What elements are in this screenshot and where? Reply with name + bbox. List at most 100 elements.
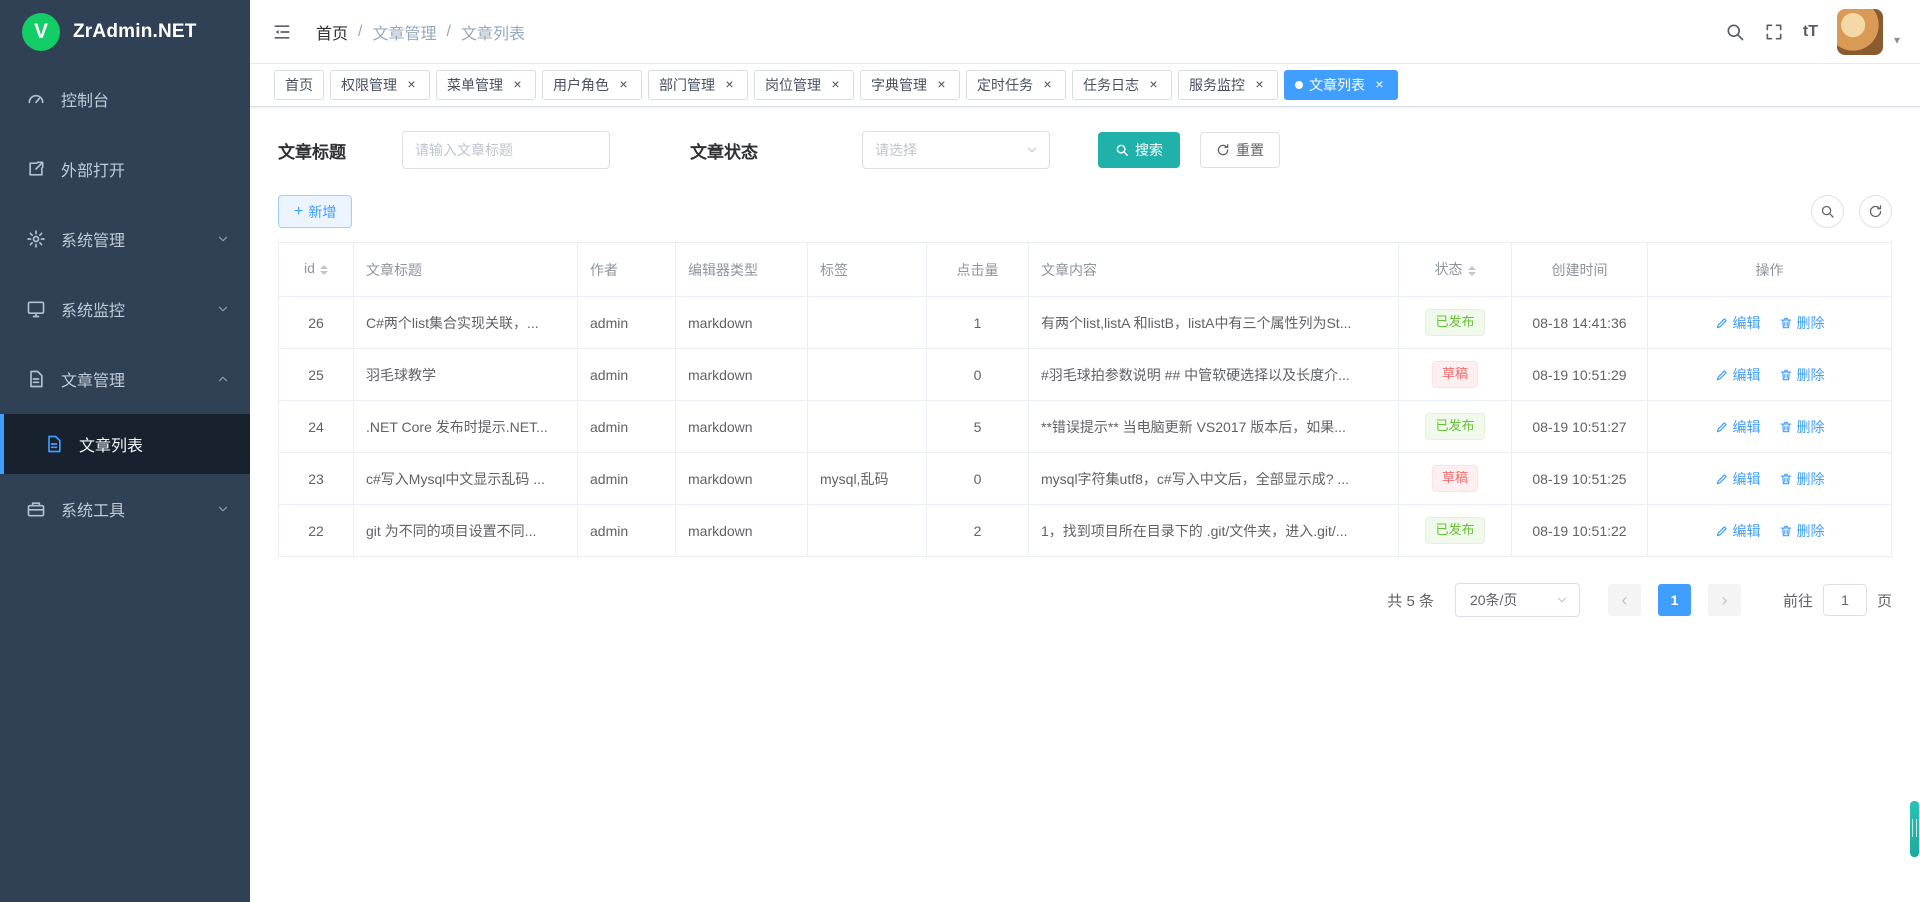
breadcrumb-section[interactable]: 文章管理 — [372, 20, 436, 44]
refresh-icon — [1216, 143, 1230, 157]
table-column-header[interactable]: 标签 — [808, 243, 927, 297]
close-icon[interactable]: × — [1372, 78, 1387, 93]
toggle-search-button[interactable] — [1811, 195, 1844, 228]
sidebar-item-article-list[interactable]: 文章列表 — [0, 414, 250, 474]
cell-clicks: 2 — [927, 505, 1029, 557]
document-icon — [44, 434, 64, 454]
cell-author: admin — [578, 505, 676, 557]
tab-label: 定时任务 — [977, 75, 1033, 95]
tab[interactable]: 菜单管理 × — [436, 70, 536, 100]
tab-bar: 首页 × 权限管理 × 菜单管理 × 用户角色 — [250, 64, 1920, 107]
next-page-button[interactable]: › — [1708, 584, 1741, 616]
breadcrumb-page[interactable]: 文章列表 — [461, 20, 525, 44]
refresh-table-button[interactable] — [1859, 195, 1892, 228]
sidebar-item-label: 系统管理 — [61, 227, 216, 251]
avatar[interactable] — [1837, 9, 1883, 55]
table-column-header[interactable]: 文章标题 — [354, 243, 578, 297]
tab[interactable]: 定时任务 × — [966, 70, 1066, 100]
close-icon[interactable]: × — [1040, 78, 1055, 93]
table-column-header[interactable]: 作者 — [578, 243, 676, 297]
tab[interactable]: 岗位管理 × — [754, 70, 854, 100]
reset-button-label: 重置 — [1236, 140, 1264, 160]
prev-page-button[interactable]: ‹ — [1608, 584, 1641, 616]
edit-link[interactable]: 编辑 — [1715, 313, 1761, 333]
table-column-header[interactable]: 文章内容 — [1029, 243, 1399, 297]
page-size-value: 20条/页 — [1470, 590, 1517, 610]
article-title-input[interactable] — [402, 131, 610, 169]
delete-link[interactable]: 删除 — [1779, 313, 1825, 333]
close-icon[interactable]: × — [828, 78, 843, 93]
sort-carets-icon[interactable] — [320, 261, 328, 279]
cell-created-time: 08-19 10:51:27 — [1512, 401, 1648, 453]
delete-link[interactable]: 删除 — [1779, 521, 1825, 541]
sidebar-item-dashboard[interactable]: 控制台 — [0, 64, 250, 134]
edit-link-label: 编辑 — [1733, 469, 1761, 489]
tab[interactable]: 权限管理 × — [330, 70, 430, 100]
page-number-button[interactable]: 1 — [1658, 584, 1691, 616]
top-bar: 首页 / 文章管理 / 文章列表 tT ▾ — [250, 0, 1920, 64]
tab[interactable]: 字典管理 × — [860, 70, 960, 100]
table-column-header[interactable]: 状态 — [1399, 243, 1512, 297]
search-button[interactable]: 搜索 — [1098, 132, 1180, 168]
sidebar-item-external-open[interactable]: 外部打开 — [0, 134, 250, 204]
cell-created-time: 08-19 10:51:25 — [1512, 453, 1648, 505]
goto-page-input[interactable] — [1823, 584, 1867, 616]
logo-icon: V — [22, 13, 60, 51]
delete-link[interactable]: 删除 — [1779, 365, 1825, 385]
close-icon[interactable]: × — [1146, 78, 1161, 93]
column-label: 文章内容 — [1041, 262, 1097, 278]
close-icon[interactable]: × — [616, 78, 631, 93]
font-size-icon[interactable]: tT — [1803, 23, 1818, 41]
table-column-header[interactable]: 操作 — [1648, 243, 1892, 297]
table-row: 23 c#写入Mysql中文显示乱码 ... admin markdown my… — [279, 453, 1892, 505]
edit-link[interactable]: 编辑 — [1715, 365, 1761, 385]
table-column-header[interactable]: 创建时间 — [1512, 243, 1648, 297]
cell-tags — [808, 401, 927, 453]
fullscreen-icon[interactable] — [1764, 22, 1784, 42]
scrollbar-thumb[interactable] — [1910, 801, 1919, 857]
edit-link[interactable]: 编辑 — [1715, 469, 1761, 489]
tab[interactable]: 首页 × — [274, 70, 324, 100]
app-logo[interactable]: V ZrAdmin.NET — [0, 0, 250, 64]
sidebar-item-label: 文章管理 — [61, 367, 216, 391]
status-badge: 已发布 — [1425, 517, 1484, 543]
table-column-header[interactable]: 编辑器类型 — [676, 243, 808, 297]
add-button[interactable]: + 新增 — [278, 195, 352, 228]
sidebar-item-system-management[interactable]: 系统管理 — [0, 204, 250, 274]
delete-link-label: 删除 — [1797, 417, 1825, 437]
page-size-select[interactable]: 20条/页 — [1455, 583, 1580, 617]
collapse-sidebar-icon[interactable] — [250, 22, 312, 42]
delete-link[interactable]: 删除 — [1779, 469, 1825, 489]
delete-link[interactable]: 删除 — [1779, 417, 1825, 437]
sidebar-item-article-management[interactable]: 文章管理 — [0, 344, 250, 414]
chevron-down-icon — [216, 232, 230, 246]
reset-button[interactable]: 重置 — [1200, 132, 1280, 168]
close-icon[interactable]: × — [510, 78, 525, 93]
tab[interactable]: 部门管理 × — [648, 70, 748, 100]
tab[interactable]: 用户角色 × — [542, 70, 642, 100]
tab[interactable]: 文章列表 × — [1284, 70, 1398, 100]
close-icon[interactable]: × — [404, 78, 419, 93]
monitor-icon — [26, 299, 46, 319]
sidebar-item-system-monitor[interactable]: 系统监控 — [0, 274, 250, 344]
close-icon[interactable]: × — [722, 78, 737, 93]
article-status-select[interactable]: 请选择 — [862, 131, 1050, 169]
search-icon[interactable] — [1725, 22, 1745, 42]
tab[interactable]: 任务日志 × — [1072, 70, 1172, 100]
sidebar-item-system-tools[interactable]: 系统工具 — [0, 474, 250, 544]
close-icon[interactable]: × — [934, 78, 949, 93]
edit-link[interactable]: 编辑 — [1715, 417, 1761, 437]
app-root: V ZrAdmin.NET 控制台 外部打开 系统管理 系统监控 — [0, 0, 1920, 902]
close-icon[interactable]: × — [1252, 78, 1267, 93]
edit-link[interactable]: 编辑 — [1715, 521, 1761, 541]
pencil-icon — [1715, 472, 1729, 486]
table-column-header[interactable]: id — [279, 243, 354, 297]
table-column-header[interactable]: 点击量 — [927, 243, 1029, 297]
breadcrumb-home[interactable]: 首页 — [316, 20, 348, 44]
tab[interactable]: 服务监控 × — [1178, 70, 1278, 100]
logo-letter: V — [34, 20, 48, 44]
cell-editor-type: markdown — [676, 505, 808, 557]
cell-actions: 编辑删除 — [1648, 349, 1892, 401]
caret-down-icon[interactable]: ▾ — [1894, 33, 1900, 47]
sort-carets-icon[interactable] — [1468, 262, 1476, 280]
